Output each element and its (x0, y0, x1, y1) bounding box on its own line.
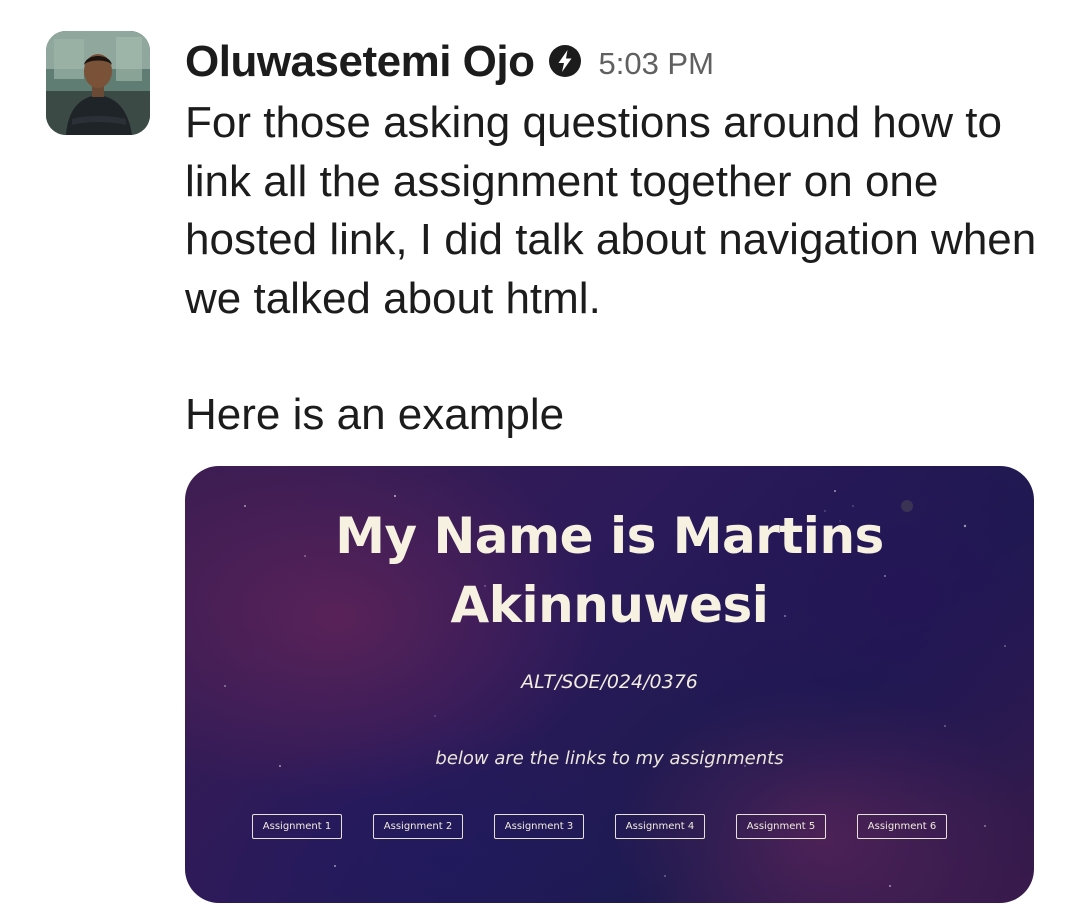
message-timestamp[interactable]: 5:03 PM (598, 46, 713, 82)
assignment-6-button[interactable]: Assignment 6 (857, 814, 947, 839)
assignment-links: Assignment 1 Assignment 2 Assignment 3 A… (252, 814, 947, 839)
assignment-3-button[interactable]: Assignment 3 (494, 814, 584, 839)
image-attachment[interactable]: My Name is Martins Akinnuwesi ALT/SOE/02… (185, 466, 1034, 903)
assignment-4-button[interactable]: Assignment 4 (615, 814, 705, 839)
lightning-bolt-icon (548, 44, 582, 83)
hero-title: My Name is Martins Akinnuwesi (185, 502, 1034, 640)
sender-name[interactable]: Oluwasetemi Ojo (185, 37, 535, 87)
student-id: ALT/SOE/024/0376 (521, 671, 698, 693)
hero-title-line: Akinnuwesi (450, 576, 769, 634)
assignment-2-button[interactable]: Assignment 2 (373, 814, 463, 839)
avatar[interactable] (46, 31, 150, 135)
message-paragraph: Here is an example (185, 390, 565, 439)
message-paragraph: For those asking questions around how to… (185, 98, 1037, 323)
hero-title-line: My Name is Martins (335, 507, 884, 565)
message-body: For those asking questions around how to… (185, 94, 1055, 445)
hero-subtitle: below are the links to my assignments (435, 748, 784, 769)
chat-message: Oluwasetemi Ojo 5:03 PM For those asking… (0, 0, 1080, 913)
assignment-1-button[interactable]: Assignment 1 (252, 814, 342, 839)
assignment-5-button[interactable]: Assignment 5 (736, 814, 826, 839)
message-header: Oluwasetemi Ojo 5:03 PM (185, 34, 714, 90)
